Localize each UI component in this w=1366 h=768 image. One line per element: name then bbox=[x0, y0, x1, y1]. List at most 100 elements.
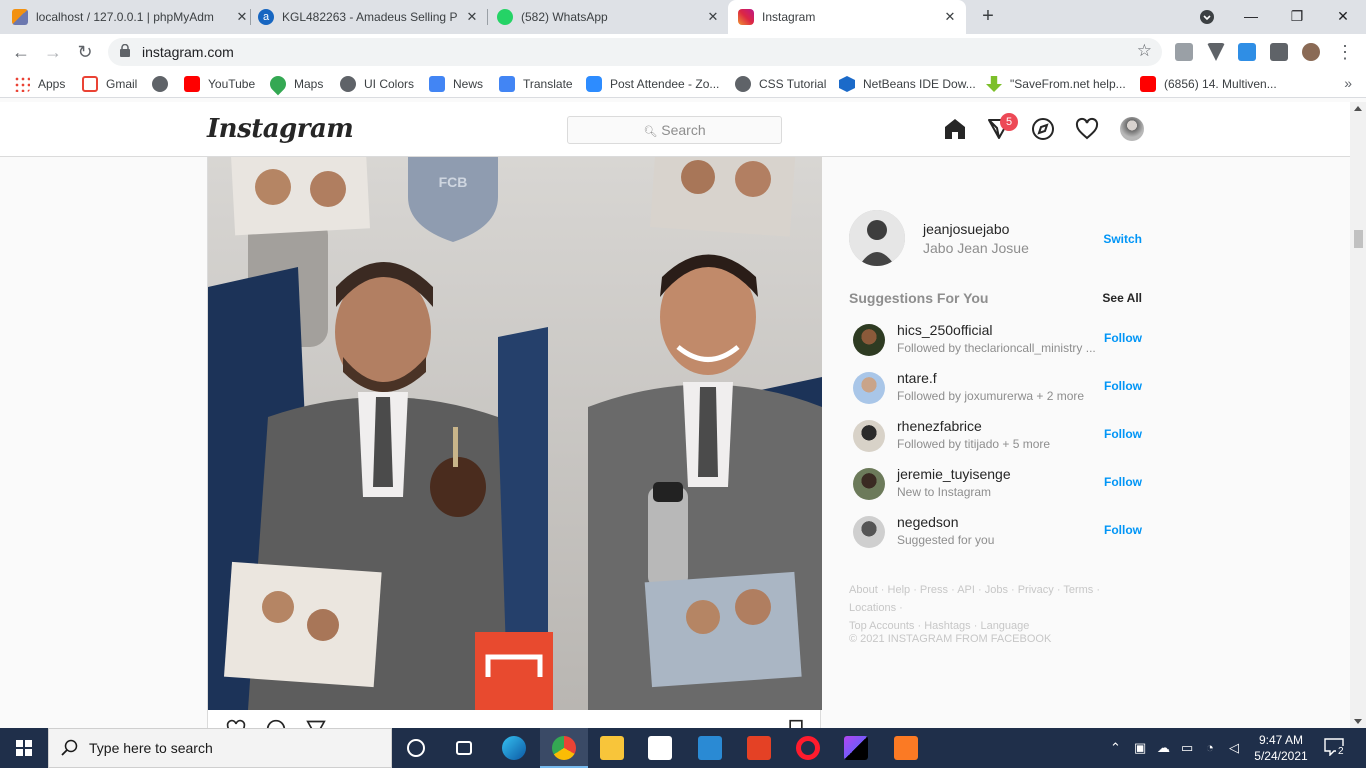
menu-kebab-icon[interactable]: ⋮ bbox=[1334, 41, 1356, 63]
tab-instagram[interactable]: Instagram ✕ bbox=[728, 0, 966, 34]
tray-overflow-icon[interactable]: ⌃ bbox=[1110, 740, 1121, 756]
home-icon[interactable] bbox=[943, 117, 967, 141]
store-icon[interactable] bbox=[636, 728, 684, 768]
follow-button[interactable]: Follow bbox=[1104, 427, 1142, 441]
suggestion-avatar[interactable] bbox=[853, 468, 885, 500]
bookmark-ui-colors[interactable]: UI Colors bbox=[340, 75, 414, 93]
bookmark-label: Post Attendee - Zo... bbox=[610, 77, 720, 91]
suggestion-username[interactable]: hics_250official bbox=[897, 322, 992, 338]
xampp-icon[interactable] bbox=[882, 728, 930, 768]
restore-button[interactable]: ❐ bbox=[1274, 0, 1320, 34]
bookmark-netbeans[interactable]: NetBeans IDE Dow... bbox=[839, 75, 976, 93]
bookmark-news[interactable]: News bbox=[429, 75, 483, 93]
follow-button[interactable]: Follow bbox=[1104, 331, 1142, 345]
new-tab-button[interactable]: + bbox=[978, 6, 998, 26]
activity-heart-icon[interactable] bbox=[1075, 117, 1099, 141]
suggestion-avatar[interactable] bbox=[853, 372, 885, 404]
tab-whatsapp[interactable]: (582) WhatsApp ✕ bbox=[497, 0, 721, 34]
suggestion-username[interactable]: negedson bbox=[897, 514, 959, 530]
mail-icon[interactable] bbox=[686, 728, 734, 768]
switch-account-button[interactable]: Switch bbox=[1103, 232, 1142, 246]
current-username[interactable]: jeanjosuejabo bbox=[923, 221, 1009, 237]
forward-button[interactable]: → bbox=[42, 41, 64, 63]
windows-start-icon[interactable] bbox=[0, 728, 48, 768]
taskbar-search-text: Type here to search bbox=[89, 740, 213, 756]
address-bar[interactable]: instagram.com ☆ bbox=[108, 38, 1162, 66]
bookmark-translate[interactable]: Translate bbox=[499, 75, 573, 93]
scroll-down-arrow-icon[interactable] bbox=[1354, 719, 1362, 724]
taskbar-search-box[interactable]: Type here to search bbox=[48, 728, 392, 768]
bookmark-youtube-video[interactable]: (6856) 14. Multiven... bbox=[1140, 75, 1277, 93]
taskbar-clock[interactable]: 9:47 AM 5/24/2021 bbox=[1250, 732, 1312, 764]
tab-phpmyadmin[interactable]: localhost / 127.0.0.1 | phpMyAdm ✕ bbox=[12, 0, 250, 34]
suggestion-avatar[interactable] bbox=[853, 324, 885, 356]
task-view-icon[interactable] bbox=[440, 728, 488, 768]
scroll-up-arrow-icon[interactable] bbox=[1354, 106, 1362, 111]
bookmark-savefrom[interactable]: "SaveFrom.net help... bbox=[986, 75, 1126, 93]
follow-button[interactable]: Follow bbox=[1104, 475, 1142, 489]
edge-icon[interactable] bbox=[490, 728, 538, 768]
notification-center-icon[interactable]: 2 bbox=[1324, 738, 1346, 759]
meet-now-icon[interactable]: ▣ bbox=[1134, 740, 1146, 756]
tab-divider bbox=[487, 9, 488, 25]
ft-extension-icon[interactable] bbox=[1238, 43, 1256, 61]
volume-icon[interactable]: ◁ bbox=[1229, 740, 1239, 756]
close-icon[interactable]: ✕ bbox=[942, 9, 958, 25]
bookmark-youtube[interactable]: YouTube bbox=[184, 75, 255, 93]
minimize-button[interactable]: — bbox=[1228, 0, 1274, 34]
like-heart-icon[interactable] bbox=[224, 719, 248, 728]
wifi-icon[interactable]: ◔ bbox=[1206, 740, 1214, 755]
follow-button[interactable]: Follow bbox=[1104, 379, 1142, 393]
bookmark-label: Maps bbox=[294, 77, 324, 91]
bookmark-globe[interactable] bbox=[152, 75, 176, 93]
close-icon[interactable]: ✕ bbox=[464, 9, 480, 25]
tab-amadeus[interactable]: a KGL482263 - Amadeus Selling Pla ✕ bbox=[258, 0, 480, 34]
comment-icon[interactable] bbox=[264, 719, 288, 728]
save-bookmark-icon[interactable] bbox=[784, 719, 808, 728]
current-user-avatar[interactable] bbox=[849, 210, 905, 266]
back-button[interactable]: ← bbox=[10, 41, 32, 63]
opera-icon[interactable] bbox=[784, 728, 832, 768]
close-icon[interactable]: ✕ bbox=[705, 9, 721, 25]
suggestion-username[interactable]: rhenezfabrice bbox=[897, 418, 982, 434]
see-all-link[interactable]: See All bbox=[1102, 291, 1142, 305]
scroll-thumb[interactable] bbox=[1354, 230, 1363, 248]
extensions-puzzle-icon[interactable] bbox=[1270, 43, 1288, 61]
camera-extension-icon[interactable] bbox=[1175, 43, 1193, 61]
post-image[interactable]: FCB bbox=[208, 157, 822, 710]
vpn-extension-icon[interactable] bbox=[1207, 43, 1225, 61]
suggestion-avatar[interactable] bbox=[853, 420, 885, 452]
office-icon[interactable] bbox=[735, 728, 783, 768]
bookmarks-overflow-icon[interactable]: » bbox=[1344, 75, 1352, 91]
phpstorm-icon[interactable] bbox=[832, 728, 880, 768]
bookmark-gmail[interactable]: Gmail bbox=[82, 75, 137, 93]
chrome-icon[interactable] bbox=[540, 728, 588, 768]
cortana-icon[interactable] bbox=[392, 728, 440, 768]
share-icon[interactable] bbox=[304, 719, 328, 728]
suggestion-avatar[interactable] bbox=[853, 516, 885, 548]
bookmark-apps[interactable]: Apps bbox=[14, 75, 65, 93]
copyright-text: © 2021 INSTAGRAM FROM FACEBOOK bbox=[849, 633, 1052, 645]
close-window-button[interactable]: ✕ bbox=[1320, 0, 1366, 34]
page-scrollbar[interactable] bbox=[1350, 102, 1366, 728]
bookmark-css-tutorial[interactable]: CSS Tutorial bbox=[735, 75, 826, 93]
tab-search-icon[interactable] bbox=[1184, 0, 1230, 34]
reload-button[interactable]: ↻ bbox=[74, 41, 96, 63]
bookmark-star-icon[interactable]: ☆ bbox=[1137, 41, 1152, 61]
bookmark-maps[interactable]: Maps bbox=[266, 72, 324, 96]
battery-icon[interactable]: ▭ bbox=[1181, 740, 1193, 756]
instagram-logo[interactable]: Instagram bbox=[207, 114, 354, 144]
onedrive-icon[interactable]: ☁ bbox=[1157, 740, 1170, 756]
close-icon[interactable]: ✕ bbox=[234, 9, 250, 25]
search-input[interactable]: 🔍︎ Search bbox=[567, 116, 782, 144]
footer-links[interactable]: About · Help · Press · API · Jobs · Priv… bbox=[849, 581, 1142, 635]
file-explorer-icon[interactable] bbox=[588, 728, 636, 768]
bookmark-zoom[interactable]: Post Attendee - Zo... bbox=[586, 75, 719, 93]
profile-avatar[interactable] bbox=[1302, 43, 1320, 61]
explore-compass-icon[interactable] bbox=[1031, 117, 1055, 141]
footer-links-line[interactable]: About · Help · Press · API · Jobs · Priv… bbox=[849, 581, 1142, 617]
suggestion-username[interactable]: jeremie_tuyisenge bbox=[897, 466, 1011, 482]
follow-button[interactable]: Follow bbox=[1104, 523, 1142, 537]
suggestion-username[interactable]: ntare.f bbox=[897, 370, 937, 386]
profile-avatar[interactable] bbox=[1120, 117, 1144, 141]
